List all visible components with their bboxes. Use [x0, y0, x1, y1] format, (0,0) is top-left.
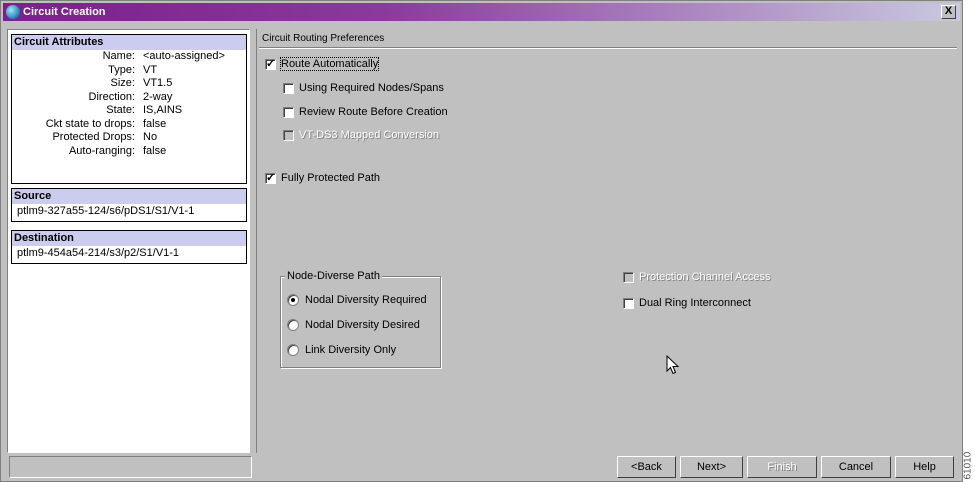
- attribute-label: Type:: [108, 63, 135, 76]
- panel-divider: [256, 29, 257, 453]
- attribute-label: Name:: [102, 50, 135, 62]
- attribute-label: Ckt state to drops:: [45, 117, 135, 130]
- protection-channel-access-checkbox: Protection Channel Access: [623, 271, 770, 283]
- checkbox-icon: [283, 106, 294, 118]
- fully-protected-path-checkbox[interactable]: Fully Protected Path: [265, 171, 381, 184]
- circuit-attributes-header: Circuit Attributes: [12, 35, 246, 50]
- help-button[interactable]: Help: [895, 456, 954, 478]
- figure-watermark: 61010: [962, 416, 974, 480]
- close-button[interactable]: X: [941, 5, 956, 19]
- window-title: Circuit Creation: [23, 6, 106, 18]
- mouse-pointer-icon: [666, 355, 680, 375]
- attribute-row: State: IS,AINS: [12, 104, 246, 118]
- attribute-value: false: [143, 117, 167, 130]
- radio-icon: [287, 344, 299, 356]
- source-box: Source ptlm9-327a55-124/s6/pDS1/S1/V1-1: [11, 188, 247, 222]
- attribute-row: Direction: 2-way: [12, 91, 246, 105]
- attribute-value: <auto-assigned>: [143, 50, 225, 62]
- checkbox-checked-icon: [265, 57, 276, 70]
- routing-section-title: Circuit Routing Preferences: [262, 33, 385, 44]
- using-required-nodes-label: Using Required Nodes/Spans: [299, 82, 444, 94]
- back-button[interactable]: <Back: [617, 456, 676, 478]
- attribute-value: No: [143, 131, 158, 143]
- attribute-row: Ckt state to drops: false: [12, 118, 246, 132]
- attribute-value: false: [143, 144, 167, 157]
- wizard-button-bar: <Back Next> Finish Cancel Help: [3, 456, 960, 480]
- node-diverse-path-label: Node-Diverse Path: [285, 270, 382, 282]
- attribute-row: Name: <auto-assigned>: [12, 50, 246, 64]
- checkbox-checked-icon: [265, 171, 276, 184]
- attribute-row: Auto-ranging: false: [12, 145, 246, 159]
- nodal-diversity-required-label: Nodal Diversity Required: [305, 294, 427, 306]
- checkbox-disabled-icon: [283, 129, 294, 141]
- status-field: [9, 456, 252, 478]
- attribute-label: Size:: [110, 77, 135, 89]
- source-header: Source: [12, 189, 246, 204]
- destination-header: Destination: [12, 231, 246, 246]
- attribute-value: IS,AINS: [143, 104, 183, 116]
- attribute-row: Protected Drops: No: [12, 131, 246, 145]
- fully-protected-path-label: Fully Protected Path: [281, 172, 381, 184]
- attribute-label: Direction:: [88, 90, 135, 103]
- radio-icon: [287, 319, 299, 331]
- attribute-label: State:: [106, 104, 135, 116]
- title-bar[interactable]: Circuit Creation X: [3, 3, 960, 21]
- cancel-button[interactable]: Cancel: [821, 456, 891, 478]
- attribute-row: Size: VT1.5: [12, 77, 246, 91]
- route-automatically-checkbox[interactable]: Route Automatically: [265, 57, 380, 71]
- attribute-label: Protected Drops:: [52, 131, 135, 143]
- using-required-nodes-checkbox[interactable]: Using Required Nodes/Spans: [283, 82, 444, 94]
- vt-ds3-mapped-conversion-checkbox: VT-DS3 Mapped Conversion: [283, 129, 439, 141]
- route-automatically-label: Route Automatically: [279, 57, 380, 71]
- destination-box: Destination ptlm9-454a54-214/s3/p2/S1/V1…: [11, 230, 247, 264]
- circuit-summary-panel: Circuit Attributes Name: <auto-assigned> …: [7, 29, 250, 453]
- checkbox-disabled-icon: [623, 271, 634, 283]
- nodal-diversity-desired-label: Nodal Diversity Desired: [305, 319, 420, 331]
- dual-ring-interconnect-label: Dual Ring Interconnect: [639, 297, 751, 309]
- nodal-diversity-required-radio[interactable]: Nodal Diversity Required: [287, 294, 427, 306]
- app-icon: [6, 5, 20, 19]
- nodal-diversity-desired-radio[interactable]: Nodal Diversity Desired: [287, 319, 420, 331]
- review-route-checkbox[interactable]: Review Route Before Creation: [283, 106, 448, 118]
- attribute-row: Type: VT: [12, 64, 246, 78]
- protection-channel-access-label: Protection Channel Access: [639, 271, 771, 283]
- link-diversity-only-radio[interactable]: Link Diversity Only: [287, 344, 396, 356]
- radio-selected-icon: [287, 294, 299, 306]
- checkbox-icon: [283, 82, 294, 94]
- attribute-value: VT: [143, 63, 158, 76]
- section-divider: [259, 47, 957, 49]
- review-route-label: Review Route Before Creation: [299, 106, 448, 118]
- checkbox-icon: [623, 297, 634, 309]
- attribute-value: VT1.5: [143, 77, 173, 89]
- source-value: ptlm9-327a55-124/s6/pDS1/S1/V1-1: [17, 205, 195, 217]
- watermark-text: 61010: [962, 451, 974, 480]
- attribute-label: Auto-ranging:: [68, 144, 135, 157]
- next-button[interactable]: Next>: [680, 456, 743, 478]
- routing-preferences-panel: Circuit Routing Preferences Route Automa…: [256, 29, 960, 453]
- finish-button: Finish: [747, 456, 817, 478]
- circuit-creation-window: Circuit Creation X Circuit Attributes Na…: [0, 0, 963, 482]
- attribute-value: 2-way: [143, 90, 173, 103]
- destination-value: ptlm9-454a54-214/s3/p2/S1/V1-1: [17, 247, 180, 259]
- link-diversity-only-label: Link Diversity Only: [305, 344, 397, 356]
- dual-ring-interconnect-checkbox[interactable]: Dual Ring Interconnect: [623, 297, 751, 309]
- circuit-attributes-box: Circuit Attributes Name: <auto-assigned> …: [11, 34, 247, 184]
- vt-ds3-mapped-conversion-label: VT-DS3 Mapped Conversion: [299, 129, 440, 141]
